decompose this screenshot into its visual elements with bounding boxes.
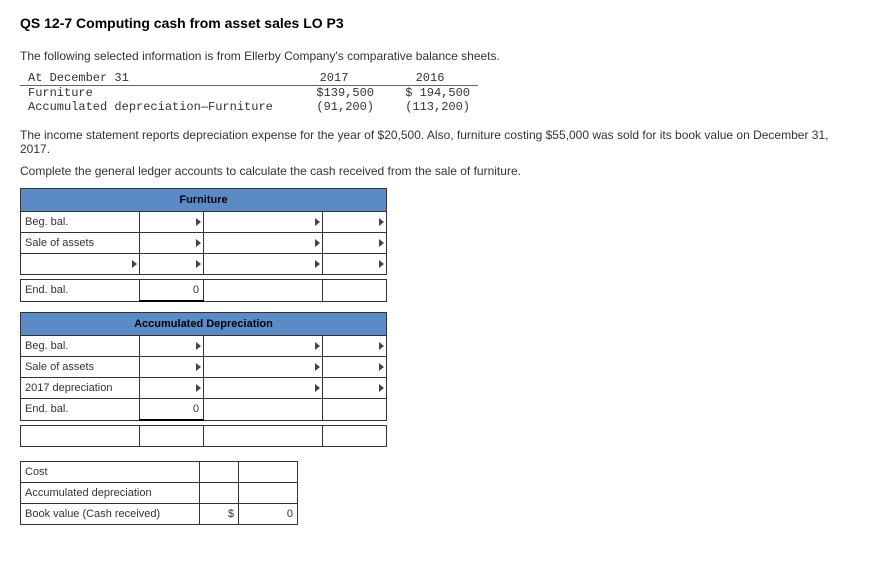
calc-cost-sym[interactable] (200, 462, 239, 483)
accdep-depexp-input[interactable] (140, 378, 204, 399)
furn-credit-desc-3[interactable] (204, 254, 323, 275)
furn-credit-val-3[interactable] (323, 254, 387, 275)
furniture-ledger-title: Furniture (21, 189, 387, 212)
calc-accdep-val[interactable] (239, 483, 298, 504)
row-furniture-2017: $139,500 (286, 86, 382, 101)
calc-bookvalue-label: Book value (Cash received) (21, 504, 200, 525)
accdep-credit-desc-3[interactable] (204, 378, 323, 399)
calc-bookvalue-sym: $ (200, 504, 239, 525)
accdep-credit-val-2[interactable] (323, 357, 387, 378)
furn-sale-input[interactable] (140, 233, 204, 254)
furn-credit-desc-1[interactable] (204, 212, 323, 233)
accdep-credit-val-1[interactable] (323, 336, 387, 357)
furn-begbal-label: Beg. bal. (21, 212, 140, 233)
accdep-begbal-input[interactable] (140, 336, 204, 357)
row-furniture-label: Furniture (20, 86, 286, 101)
furn-credit-desc-2[interactable] (204, 233, 323, 254)
year-2016: 2016 (382, 71, 478, 86)
furn-end-credit-desc (204, 280, 323, 302)
accdep-ledger: Accumulated Depreciation Beg. bal. Sale … (20, 312, 387, 447)
accdep-endbal-label: End. bal. (21, 399, 140, 421)
row-furniture-2016: $ 194,500 (382, 86, 478, 101)
intro-text: The following selected information is fr… (20, 49, 856, 63)
furn-credit-val-1[interactable] (323, 212, 387, 233)
accdep-depexp-label: 2017 depreciation (21, 378, 140, 399)
row-accdep-2016: (113,200) (382, 100, 478, 114)
accdep-sale-label: Sale of assets (21, 357, 140, 378)
year-2017: 2017 (286, 71, 382, 86)
paragraph-3: Complete the general ledger accounts to … (20, 164, 856, 178)
balance-header: At December 31 (20, 71, 286, 86)
furn-credit-val-2[interactable] (323, 233, 387, 254)
accdep-ledger-title: Accumulated Depreciation (21, 313, 387, 336)
calc-accdep-sym[interactable] (200, 483, 239, 504)
accdep-end-credit-desc (204, 399, 323, 421)
calc-accdep-label: Accumulated depreciation (21, 483, 200, 504)
accdep-credit-val-3[interactable] (323, 378, 387, 399)
calc-table: Cost Accumulated depreciation Book value… (20, 461, 298, 525)
row-accdep-label: Accumulated depreciation—Furniture (20, 100, 286, 114)
paragraph-2: The income statement reports depreciatio… (20, 128, 856, 156)
furn-end-credit-val (323, 280, 387, 302)
furn-endbal-value: 0 (140, 280, 204, 302)
furn-begbal-input[interactable] (140, 212, 204, 233)
accdep-credit-desc-2[interactable] (204, 357, 323, 378)
accdep-total-label (21, 426, 140, 447)
calc-cost-val[interactable] (239, 462, 298, 483)
calc-bookvalue-val: 0 (239, 504, 298, 525)
furniture-ledger: Furniture Beg. bal. Sale of assets End. … (20, 188, 387, 302)
accdep-total-credit (323, 426, 387, 447)
accdep-total-debit (140, 426, 204, 447)
furn-extra-label[interactable] (21, 254, 140, 275)
furn-endbal-label: End. bal. (21, 280, 140, 302)
accdep-endbal-value: 0 (140, 399, 204, 421)
furn-extra-input[interactable] (140, 254, 204, 275)
accdep-begbal-label: Beg. bal. (21, 336, 140, 357)
accdep-sale-input[interactable] (140, 357, 204, 378)
balance-sheet-table: At December 31 2017 2016 Furniture $139,… (20, 71, 478, 114)
accdep-credit-desc-1[interactable] (204, 336, 323, 357)
accdep-total-cdesc (204, 426, 323, 447)
row-accdep-2017: (91,200) (286, 100, 382, 114)
calc-cost-label: Cost (21, 462, 200, 483)
page-title: QS 12-7 Computing cash from asset sales … (20, 15, 856, 31)
furn-sale-label: Sale of assets (21, 233, 140, 254)
accdep-end-credit-val (323, 399, 387, 421)
